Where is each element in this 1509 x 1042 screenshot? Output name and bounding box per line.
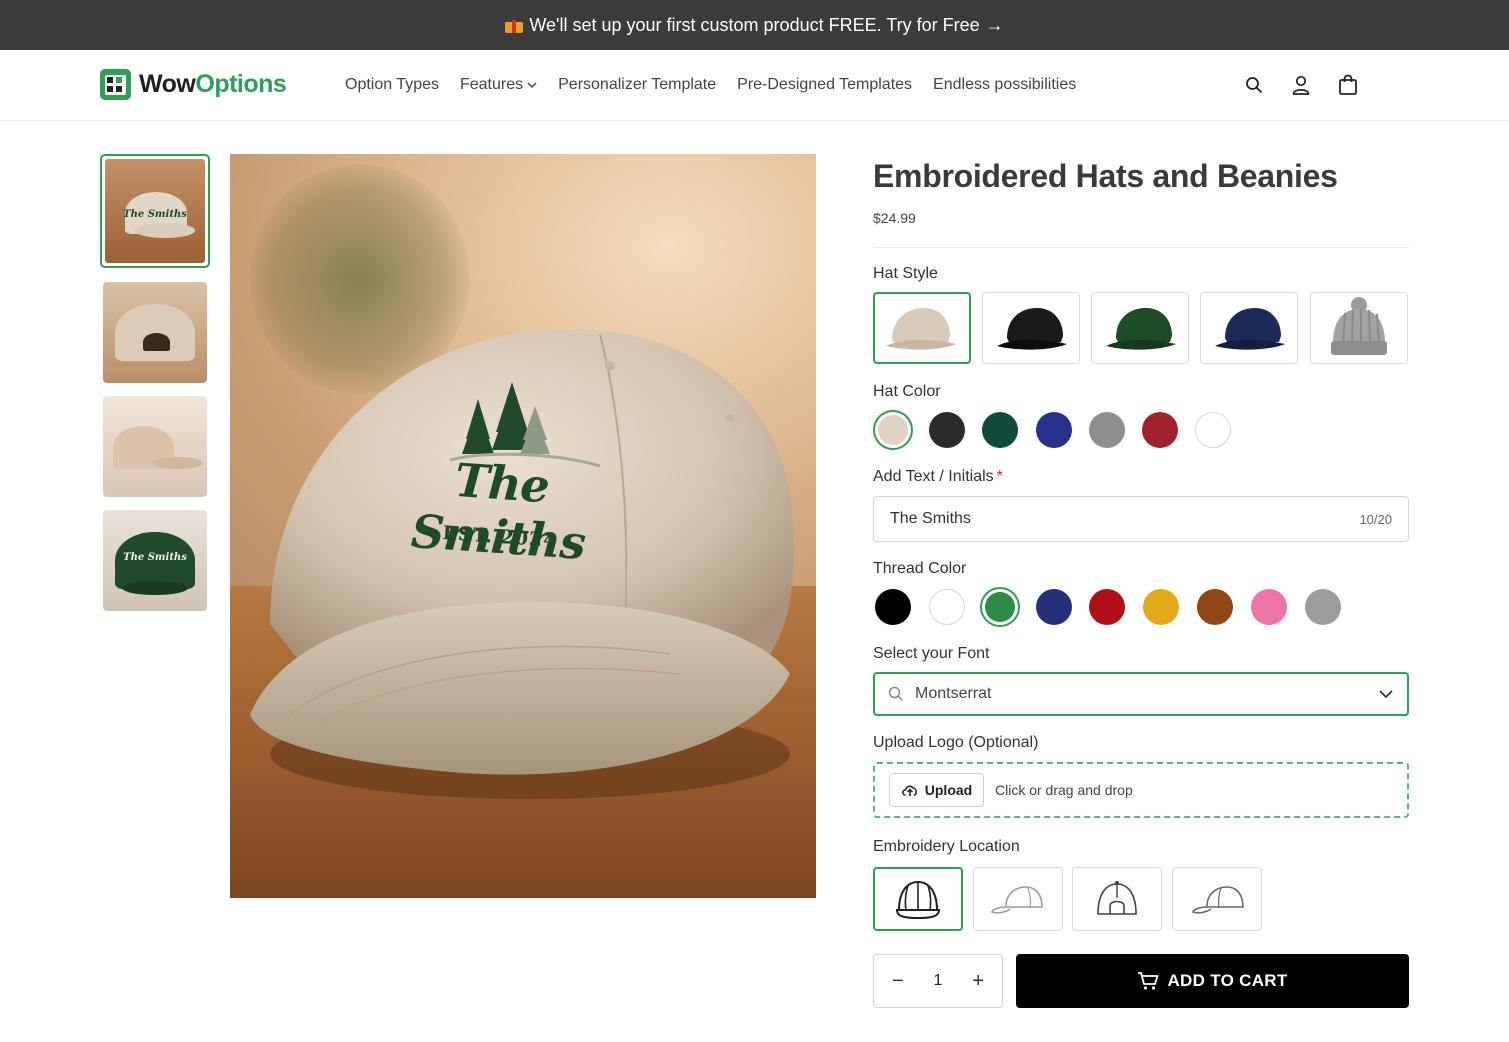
cap-back-outline-icon <box>1097 881 1137 915</box>
gift-icon <box>505 17 524 33</box>
hat-color-label: Hat Color <box>873 383 941 400</box>
add-text-label: Add Text / Initials * <box>873 468 1003 485</box>
location-option-left-side[interactable] <box>973 867 1063 931</box>
location-option-right-side[interactable] <box>1172 867 1262 931</box>
thumbnail-4[interactable]: The Smiths <box>103 510 207 611</box>
thread-color-label: Thread Color <box>873 560 967 577</box>
hat-color-swatch-gray[interactable] <box>1087 410 1127 450</box>
thumbnail-2[interactable] <box>103 282 207 383</box>
hat-style-option-navy-cap[interactable] <box>1200 292 1298 364</box>
add-to-cart-button[interactable]: ADD TO CART <box>1016 954 1409 1008</box>
thread-color-swatch-gold[interactable] <box>1141 587 1181 627</box>
quantity-value: 1 <box>933 972 943 989</box>
thread-color-swatch-white[interactable] <box>927 587 967 627</box>
thread-color-swatch-brown[interactable] <box>1195 587 1235 627</box>
divider <box>873 247 1409 248</box>
thumbnail-3[interactable] <box>103 396 207 497</box>
nav-item-endless-possibilities[interactable]: Endless possibilities <box>933 76 1076 94</box>
hat-style-option-green-cap[interactable] <box>1091 292 1189 364</box>
hat-color-swatch-white[interactable] <box>1193 410 1233 450</box>
required-mark: * <box>996 468 1003 485</box>
increase-quantity-button[interactable]: + <box>972 970 984 993</box>
upload-button[interactable]: Upload <box>889 773 984 807</box>
thread-color-swatch-navy[interactable] <box>1034 587 1074 627</box>
hat-color-swatch-black[interactable] <box>927 410 967 450</box>
hat-color-swatch-navy[interactable] <box>1034 410 1074 450</box>
hat-style-option-gray-beanie[interactable] <box>1310 292 1408 364</box>
thumbnail-1[interactable]: The Smiths <box>100 154 210 268</box>
cap-front-outline-icon <box>895 880 941 920</box>
announcement-bar[interactable]: We'll set up your first custom product F… <box>0 0 1509 50</box>
navy-cap-icon <box>1215 308 1285 350</box>
location-option-front[interactable] <box>873 867 963 931</box>
hat-style-option-beige-cap[interactable] <box>873 292 971 364</box>
thread-color-swatch-pink[interactable] <box>1249 587 1289 627</box>
text-initials-input[interactable]: The Smiths 10/20 <box>873 496 1409 542</box>
upload-dropzone[interactable]: Upload Click or drag and drop <box>873 762 1409 818</box>
arrow-right-icon: → <box>985 14 1004 35</box>
beige-cap-icon <box>886 308 956 350</box>
hat-style-option-black-cap[interactable] <box>982 292 1080 364</box>
beanie-icon <box>1331 297 1387 355</box>
shopping-cart-icon <box>1138 972 1159 990</box>
upload-logo-label: Upload Logo (Optional) <box>873 734 1039 751</box>
chevron-down-icon <box>1379 690 1393 699</box>
quantity-stepper[interactable]: − 1 + <box>873 954 1003 1008</box>
green-cap-icon <box>1106 308 1176 350</box>
text-input-value: The Smiths <box>890 510 971 527</box>
nav-item-features[interactable]: Features <box>460 76 537 94</box>
decrease-quantity-button[interactable]: − <box>892 970 904 993</box>
chevron-down-icon <box>527 82 537 89</box>
thread-color-swatch-gray[interactable] <box>1303 587 1343 627</box>
logo-icon <box>100 69 131 100</box>
nav-item-personalizer-template[interactable]: Personalizer Template <box>558 76 716 94</box>
black-cap-icon <box>997 308 1067 350</box>
cart-bag-icon[interactable] <box>1337 73 1359 97</box>
hat-color-swatch-beige[interactable] <box>873 410 913 450</box>
embroidery-location-label: Embroidery Location <box>873 838 1020 855</box>
thread-color-swatch-black[interactable] <box>873 587 913 627</box>
location-option-back[interactable] <box>1072 867 1162 931</box>
character-counter: 10/20 <box>1359 511 1392 527</box>
announcement-text: We'll set up your first custom product F… <box>529 14 980 35</box>
cloud-upload-icon <box>901 785 917 796</box>
nav-item-pre-designed-templates[interactable]: Pre-Designed Templates <box>737 76 912 94</box>
cap-side-outline-icon <box>1192 886 1244 914</box>
font-select[interactable]: Montserrat <box>873 672 1409 716</box>
logo-text: WowOptions <box>139 70 287 98</box>
thread-color-swatch-red[interactable] <box>1087 587 1127 627</box>
product-price: $24.99 <box>873 210 916 226</box>
main-product-image: The Smiths EST. 2024 <box>230 154 816 898</box>
account-icon[interactable] <box>1290 73 1312 97</box>
font-label: Select your Font <box>873 645 990 662</box>
cap-embroidery-text: The Smiths <box>409 452 587 570</box>
cap-side-outline-icon <box>991 886 1043 914</box>
thread-color-swatch-green[interactable] <box>980 587 1020 627</box>
logo[interactable]: WowOptions <box>100 69 287 100</box>
hat-style-label: Hat Style <box>873 265 938 282</box>
site-header: WowOptions Option Types Features Persona… <box>0 50 1509 121</box>
main-nav: Option Types Features Personalizer Templ… <box>345 76 1076 94</box>
header-icons <box>1243 73 1359 97</box>
hat-color-swatch-green[interactable] <box>980 410 1020 450</box>
font-select-value: Montserrat <box>915 685 992 702</box>
nav-item-option-types[interactable]: Option Types <box>345 76 439 94</box>
search-icon <box>888 686 903 701</box>
product-title: Embroidered Hats and Beanies <box>873 158 1338 194</box>
hat-color-swatch-red[interactable] <box>1140 410 1180 450</box>
upload-hint: Click or drag and drop <box>995 782 1133 798</box>
search-icon[interactable] <box>1243 73 1265 97</box>
